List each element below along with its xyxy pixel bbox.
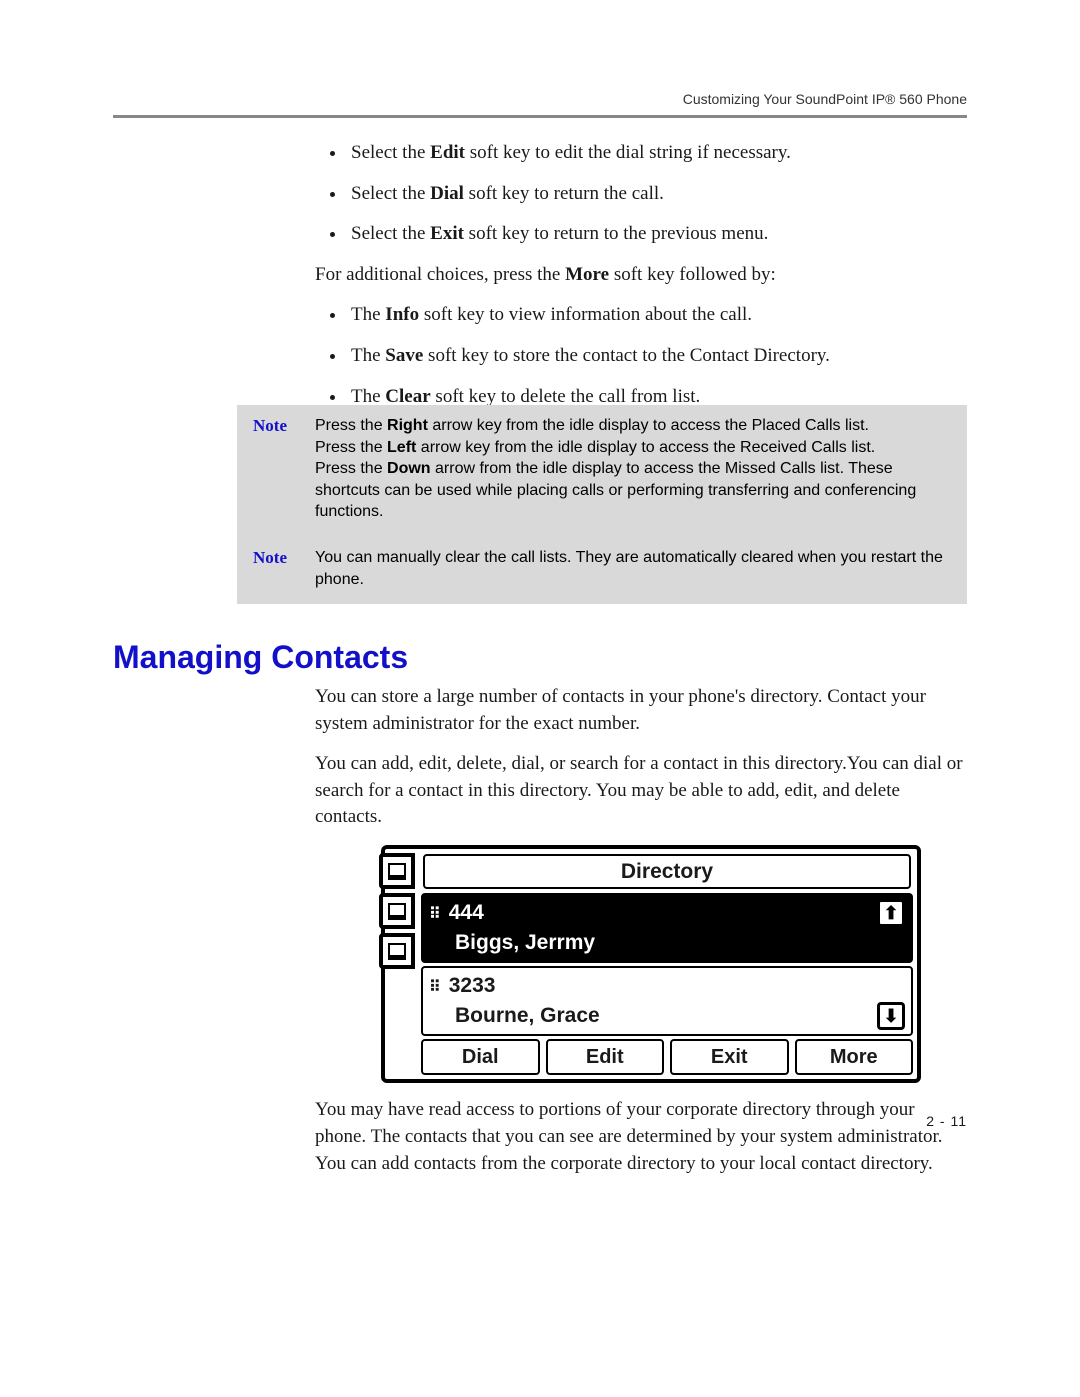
note-body: Press the Right arrow key from the idle … — [315, 415, 951, 523]
entry-number: 3233 — [429, 974, 495, 997]
list-item: Select the Edit soft key to edit the dia… — [347, 140, 967, 167]
bullet-list-2: The Info soft key to view information ab… — [315, 302, 967, 410]
lcd-side-tabs — [379, 853, 411, 973]
lcd-softkeys: Dial Edit Exit More — [421, 1039, 913, 1075]
list-item: The Save soft key to store the contact t… — [347, 343, 967, 370]
body-bottom: You can store a large number of contacts… — [315, 684, 967, 1191]
lcd-tab-icon — [379, 853, 415, 889]
entry-number: 444 — [429, 901, 484, 924]
page: Customizing Your SoundPoint IP® 560 Phon… — [0, 0, 1080, 1397]
softkey-more: More — [795, 1039, 914, 1075]
paragraph: You can store a large number of contacts… — [315, 684, 967, 737]
paragraph: You can add, edit, delete, dial, or sear… — [315, 751, 967, 831]
scroll-down-icon: ⬇ — [877, 1002, 905, 1030]
scroll-up-icon: ⬆ — [877, 899, 905, 927]
phone-lcd: Directory ⬆ 444 Biggs, Jerrmy ⬇ 3233 Bou… — [381, 845, 921, 1083]
list-item: Select the Exit soft key to return to th… — [347, 221, 967, 248]
entry-name: Bourne, Grace — [455, 1001, 905, 1030]
running-head: Customizing Your SoundPoint IP® 560 Phon… — [683, 90, 967, 110]
directory-entry: ⬇ 3233 Bourne, Grace — [421, 966, 913, 1036]
note-label: Note — [253, 415, 315, 523]
note-block: Note You can manually clear the call lis… — [237, 537, 967, 604]
list-item: The Info soft key to view information ab… — [347, 302, 967, 329]
section-heading: Managing Contacts — [113, 635, 408, 680]
softkey-edit: Edit — [546, 1039, 665, 1075]
lcd-tab-icon — [379, 933, 415, 969]
phone-lcd-figure: Directory ⬆ 444 Biggs, Jerrmy ⬇ 3233 Bou… — [381, 845, 967, 1083]
softkey-dial: Dial — [421, 1039, 540, 1075]
bullet-list-1: Select the Edit soft key to edit the dia… — [315, 140, 967, 248]
note-label: Note — [253, 547, 315, 590]
list-item: Select the Dial soft key to return the c… — [347, 181, 967, 208]
paragraph: For additional choices, press the More s… — [315, 262, 967, 289]
lcd-title: Directory — [423, 854, 911, 889]
directory-entry-selected: ⬆ 444 Biggs, Jerrmy — [421, 893, 913, 963]
entry-name: Biggs, Jerrmy — [455, 928, 905, 957]
note-block: Note Press the Right arrow key from the … — [237, 405, 967, 537]
header-rule — [113, 115, 967, 118]
softkey-exit: Exit — [670, 1039, 789, 1075]
paragraph: You may have read access to portions of … — [315, 1097, 967, 1177]
note-body: You can manually clear the call lists. T… — [315, 547, 951, 590]
lcd-tab-icon — [379, 893, 415, 929]
page-number: 2 - 11 — [926, 1112, 967, 1132]
